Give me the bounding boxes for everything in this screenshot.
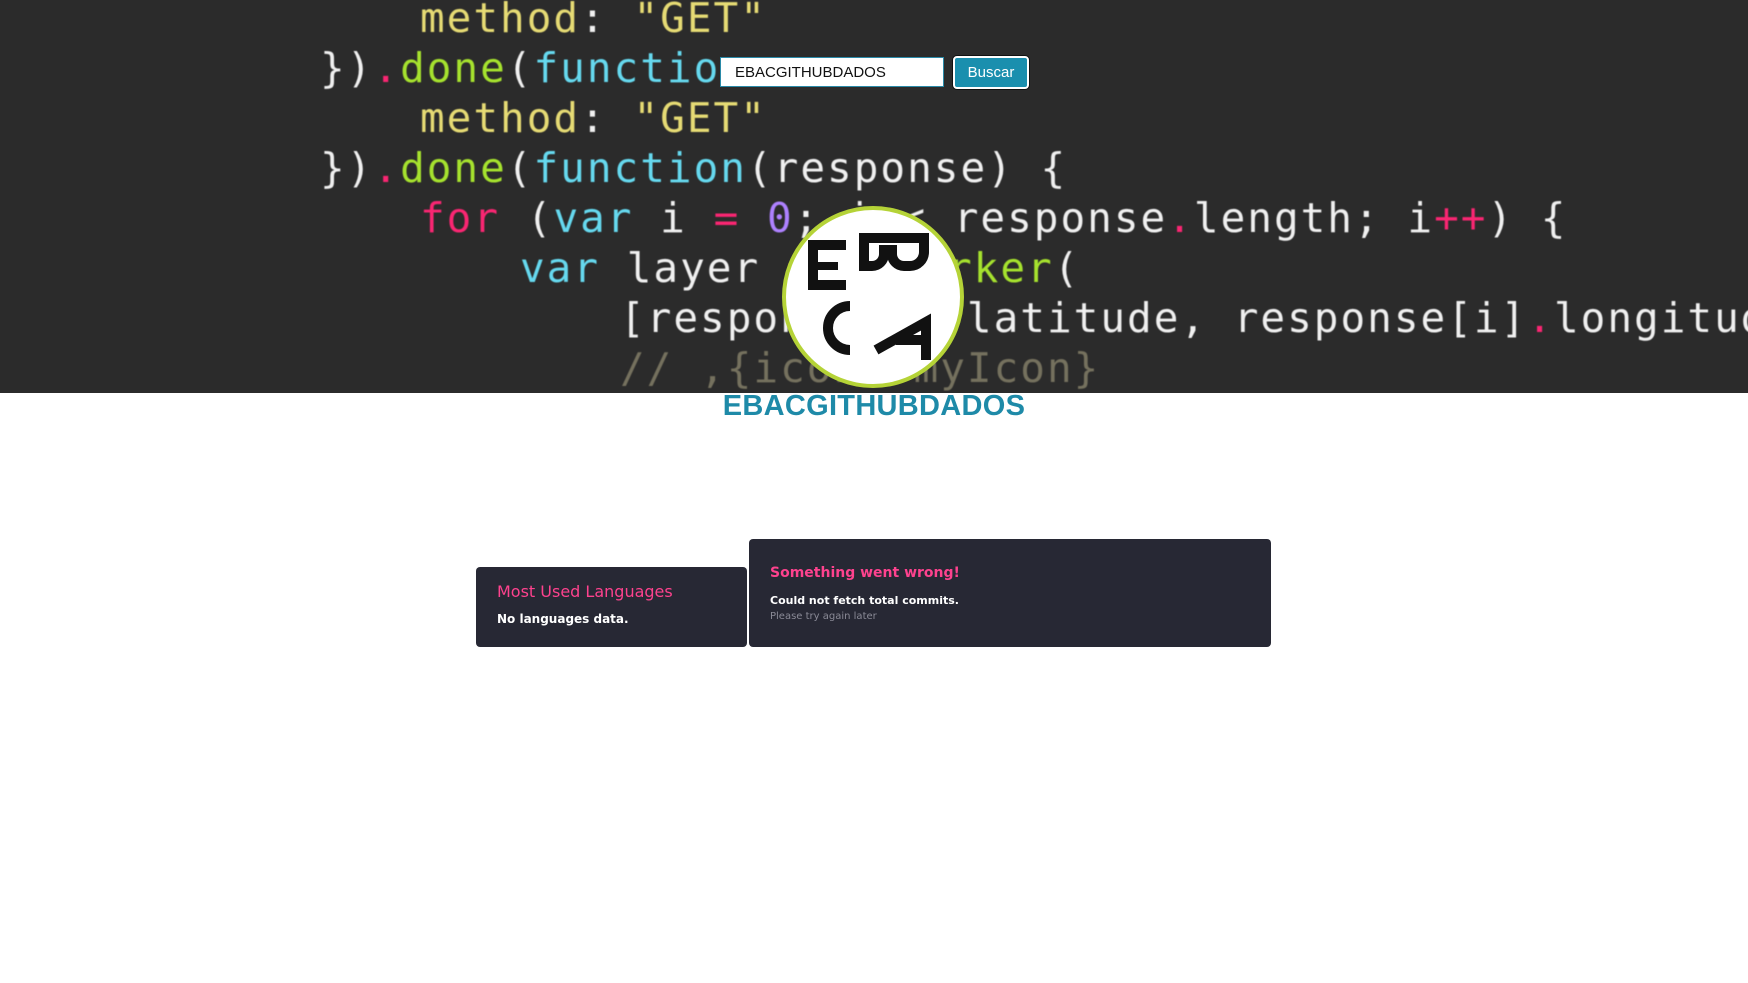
stats-error-hint: Please try again later (770, 611, 877, 622)
avatar (782, 206, 964, 388)
stats-error-card: Something went wrong! Could not fetch to… (749, 539, 1271, 647)
languages-card-title: Most Used Languages (497, 582, 673, 601)
code-line-1: method: "GET" (420, 0, 767, 42)
stats-error-title: Something went wrong! (770, 565, 960, 581)
search-input[interactable] (720, 57, 944, 87)
code-line-4: }).done(function(response) { (320, 144, 1068, 192)
profile-username: EBACGITHUBDADOS (722, 390, 1026, 422)
code-line-2: }).done(function (320, 44, 747, 92)
search-button[interactable]: Buscar (953, 56, 1029, 89)
code-line-5: for (var i = 0; i < response.length; i++… (420, 194, 1568, 242)
stats-error-message: Could not fetch total commits. (770, 594, 959, 607)
languages-card: Most Used Languages No languages data. (476, 567, 747, 647)
languages-card-message: No languages data. (497, 612, 629, 626)
code-line-3: method: "GET" (420, 94, 767, 142)
ebac-logo-icon (808, 233, 931, 360)
